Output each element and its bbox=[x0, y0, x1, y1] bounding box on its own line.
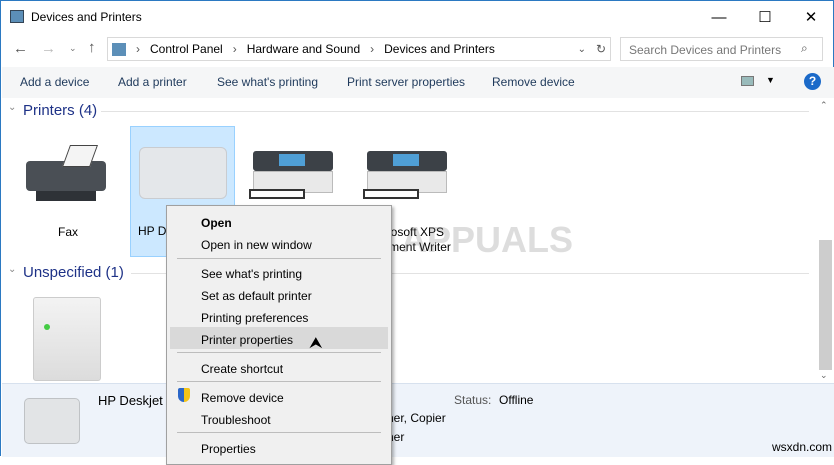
status-label: Status: bbox=[454, 393, 492, 407]
status-value: Offline bbox=[499, 393, 534, 407]
chevron-right-icon: › bbox=[232, 42, 237, 56]
menu-properties[interactable]: Properties bbox=[170, 436, 388, 458]
chevron-right-icon: › bbox=[370, 42, 375, 56]
search-icon: ⌕ bbox=[801, 41, 808, 55]
context-menu: Open Open in new window See what's print… bbox=[166, 205, 392, 465]
appuals-watermark: APPUALS bbox=[401, 219, 574, 260]
window-title: Devices and Printers bbox=[31, 10, 142, 24]
selected-device-icon bbox=[24, 398, 80, 444]
recent-chevron-icon[interactable]: ⌄ bbox=[69, 43, 77, 54]
menu-create-shortcut[interactable]: Create shortcut bbox=[170, 356, 388, 378]
breadcrumb-hardware[interactable]: Hardware and Sound bbox=[247, 42, 360, 56]
details-device-name: HP Deskjet I bbox=[98, 393, 171, 408]
address-dropdown-icon[interactable]: ⌄ bbox=[578, 44, 586, 55]
command-bar: Add a device Add a printer See what's pr… bbox=[2, 67, 834, 98]
menu-printing-preferences[interactable]: Printing preferences bbox=[170, 305, 388, 327]
collapse-icon[interactable]: ⌄ bbox=[8, 264, 16, 275]
menu-troubleshoot[interactable]: Troubleshoot bbox=[170, 407, 388, 429]
devices-printers-icon bbox=[10, 10, 24, 23]
breadcrumb-devices[interactable]: Devices and Printers bbox=[384, 42, 495, 56]
xps-printer-device[interactable] bbox=[363, 151, 447, 201]
group-printers[interactable]: Printers (4) bbox=[23, 102, 97, 119]
refresh-icon[interactable]: ↻ bbox=[596, 42, 606, 56]
forward-icon[interactable]: → bbox=[41, 40, 56, 57]
menu-printer-properties[interactable]: Printer properties bbox=[170, 327, 388, 349]
details-pane: HP Deskjet I Status: Offline ner, Copier… bbox=[2, 383, 834, 457]
chevron-right-icon: › bbox=[136, 42, 140, 56]
address-bar[interactable]: › Control Panel › Hardware and Sound › D… bbox=[107, 37, 611, 61]
add-device-button[interactable]: Add a device bbox=[20, 75, 89, 89]
menu-open-new-window[interactable]: Open in new window bbox=[170, 232, 388, 254]
window: Devices and Printers — ☐ ✕ ← → ⌄ ↑ › Con… bbox=[0, 0, 834, 465]
fax-device[interactable] bbox=[26, 141, 110, 203]
group-unspecified[interactable]: Unspecified (1) bbox=[23, 264, 124, 281]
unspecified-device[interactable] bbox=[33, 297, 101, 381]
search-input[interactable]: Search Devices and Printers bbox=[620, 37, 823, 61]
help-button[interactable]: ? bbox=[804, 73, 821, 90]
back-icon[interactable]: ← bbox=[13, 40, 28, 57]
collapse-icon[interactable]: ⌄ bbox=[8, 102, 16, 113]
menu-open[interactable]: Open bbox=[170, 210, 388, 232]
menu-remove-device[interactable]: Remove device bbox=[170, 385, 388, 407]
scrollbar[interactable]: ⌃ ⌄ bbox=[817, 98, 834, 383]
menu-set-default[interactable]: Set as default printer bbox=[170, 283, 388, 305]
view-dropdown-icon[interactable]: ▼ bbox=[766, 75, 775, 85]
location-icon bbox=[112, 42, 126, 56]
up-icon[interactable]: ↑ bbox=[88, 39, 96, 56]
add-printer-button[interactable]: Add a printer bbox=[118, 75, 187, 89]
breadcrumb-control-panel[interactable]: Control Panel bbox=[150, 42, 223, 56]
menu-see-whats-printing[interactable]: See what's printing bbox=[170, 261, 388, 283]
maximize-button[interactable]: ☐ bbox=[742, 5, 788, 29]
view-options-icon[interactable] bbox=[741, 76, 754, 86]
close-button[interactable]: ✕ bbox=[788, 5, 834, 29]
minimize-button[interactable]: — bbox=[696, 5, 742, 29]
fax-label: Fax bbox=[57, 225, 78, 239]
print-server-properties-button[interactable]: Print server properties bbox=[347, 75, 465, 89]
hp-label: HP D bbox=[138, 224, 167, 238]
site-watermark: wsxdn.com bbox=[772, 440, 833, 454]
mouse-cursor-icon: ⮝ bbox=[309, 335, 323, 352]
see-whats-printing-button[interactable]: See what's printing bbox=[217, 75, 318, 89]
details-category: ner, Copier bbox=[387, 411, 446, 425]
printer-device[interactable] bbox=[249, 151, 333, 201]
scrollbar-thumb[interactable] bbox=[819, 240, 832, 370]
remove-device-button[interactable]: Remove device bbox=[492, 75, 575, 89]
